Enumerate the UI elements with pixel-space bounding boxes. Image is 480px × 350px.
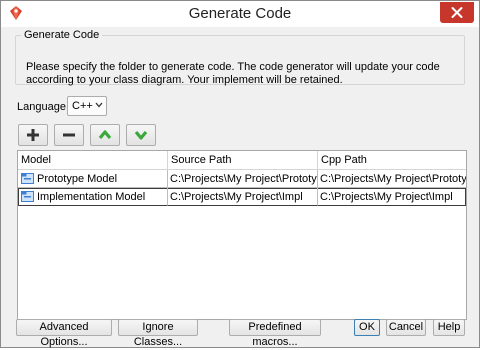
group-description: Please specify the folder to generate co… xyxy=(26,61,440,86)
dialog-content: Generate Code Please specify the folder … xyxy=(9,27,471,348)
model-folder-icon xyxy=(21,191,34,202)
model-name: Implementation Model xyxy=(37,191,146,203)
model-path-table[interactable]: Model Source Path Cpp Path Prototype Mod… xyxy=(17,150,467,320)
remove-button[interactable] xyxy=(54,124,84,146)
move-down-button[interactable] xyxy=(126,124,156,146)
source-path-cell[interactable]: C:\Projects\My Project\Prototype xyxy=(168,170,318,188)
cancel-button[interactable]: Cancel xyxy=(386,319,426,336)
move-down-icon xyxy=(134,130,148,140)
predefined-macros-button[interactable]: Predefined macros... xyxy=(229,319,321,348)
model-cell[interactable]: Implementation Model xyxy=(18,188,168,206)
title-bar[interactable]: Generate Code xyxy=(1,1,479,27)
add-icon xyxy=(27,129,39,141)
dialog-window: Generate Code Generate Code Please speci… xyxy=(0,0,480,348)
column-header-source-path[interactable]: Source Path xyxy=(168,151,318,169)
table-header: Model Source Path Cpp Path xyxy=(18,151,466,170)
move-up-button[interactable] xyxy=(90,124,120,146)
source-path-cell[interactable]: C:\Projects\My Project\Impl xyxy=(168,188,318,206)
remove-icon xyxy=(63,133,75,137)
table-row[interactable]: Implementation Model C:\Projects\My Proj… xyxy=(18,188,466,206)
column-header-cpp-path[interactable]: Cpp Path xyxy=(318,151,466,169)
language-selected-value: C++ xyxy=(72,100,93,112)
model-cell[interactable]: Prototype Model xyxy=(18,170,168,188)
group-legend: Generate Code xyxy=(24,29,100,41)
chevron-down-icon xyxy=(95,102,103,108)
close-button[interactable] xyxy=(440,2,474,23)
model-folder-icon xyxy=(21,173,34,184)
move-up-icon xyxy=(98,130,112,140)
add-button[interactable] xyxy=(18,124,48,146)
generate-code-group: Generate Code Please specify the folder … xyxy=(15,29,465,86)
window-title: Generate Code xyxy=(188,5,292,22)
ignore-classes-button[interactable]: Ignore Classes... xyxy=(118,319,198,348)
column-header-model[interactable]: Model xyxy=(18,151,168,169)
language-select[interactable]: C++ xyxy=(67,96,107,116)
language-label: Language: xyxy=(17,101,69,113)
advanced-options-button[interactable]: Advanced Options... xyxy=(16,319,112,348)
ok-button[interactable]: OK xyxy=(354,319,380,336)
close-icon xyxy=(451,7,463,18)
cpp-path-cell[interactable]: C:\Projects\My Project\Prototype xyxy=(318,170,466,188)
cpp-path-cell[interactable]: C:\Projects\My Project\Impl xyxy=(318,188,466,206)
help-button[interactable]: Help xyxy=(433,319,465,336)
model-name: Prototype Model xyxy=(37,173,118,185)
table-row[interactable]: Prototype Model C:\Projects\My Project\P… xyxy=(18,170,466,188)
